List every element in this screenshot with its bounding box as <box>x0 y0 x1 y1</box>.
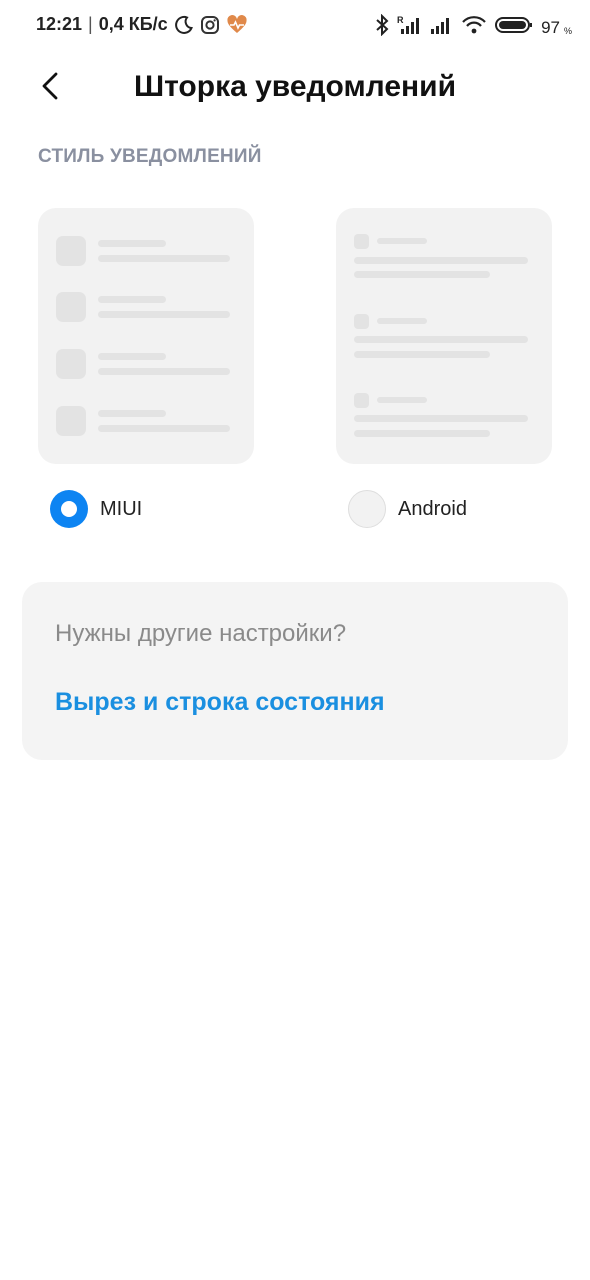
preview-icon-placeholder <box>354 314 369 329</box>
android-radio-button[interactable] <box>348 490 386 528</box>
option-label-android: Android <box>398 497 467 520</box>
network-speed: 0,4 КБ/с <box>98 14 168 34</box>
wifi-icon <box>461 15 487 40</box>
status-bar-right: R 97 % <box>375 13 572 41</box>
preview-text-placeholder <box>98 368 230 375</box>
battery-unit: % <box>563 25 572 36</box>
header: Шторка уведомлений <box>0 60 590 116</box>
status-bar: 12:21 | 0,4 КБ/с R 97 % <box>0 0 590 52</box>
preview-text-placeholder <box>98 311 230 318</box>
preview-icon-placeholder <box>56 236 86 266</box>
option-label-miui: MIUI <box>100 497 143 520</box>
moon-icon <box>174 15 194 35</box>
preview-text-placeholder <box>354 336 528 343</box>
android-style-preview[interactable] <box>336 208 552 464</box>
signal-icon <box>429 15 453 40</box>
preview-title-placeholder <box>98 353 166 360</box>
preview-title-placeholder <box>377 318 427 324</box>
svg-text:R: R <box>397 15 404 25</box>
preview-icon-placeholder <box>56 406 86 436</box>
miui-style-preview[interactable] <box>38 208 254 464</box>
preview-text-placeholder <box>354 351 490 358</box>
other-settings-question: Нужны другие настройки? <box>55 620 347 647</box>
status-time: 12:21 <box>36 14 83 34</box>
preview-title-placeholder <box>377 397 427 403</box>
miui-radio-button[interactable] <box>50 490 88 528</box>
preview-title-placeholder <box>98 296 166 303</box>
instagram-icon <box>200 15 220 35</box>
option-miui[interactable]: MIUI <box>50 490 142 528</box>
option-android[interactable]: Android <box>348 490 467 528</box>
bluetooth-icon <box>375 13 389 41</box>
page-title: Шторка уведомлений <box>133 70 457 103</box>
preview-text-placeholder <box>98 255 230 262</box>
other-settings-card: Нужны другие настройки? Вырез и строка с… <box>22 582 568 760</box>
signal-roaming-icon: R <box>397 15 421 40</box>
health-icon <box>226 14 247 35</box>
preview-icon-placeholder <box>354 393 369 408</box>
preview-icon-placeholder <box>56 349 86 379</box>
preview-icon-placeholder <box>354 234 369 249</box>
cutout-statusbar-link[interactable]: Вырез и строка состояния <box>55 688 385 717</box>
preview-title-placeholder <box>98 410 166 417</box>
status-separator: | <box>88 14 93 34</box>
battery-icon <box>495 15 533 40</box>
battery-level: 97 <box>541 17 560 37</box>
preview-text-placeholder <box>354 271 490 278</box>
preview-text-placeholder <box>354 415 528 422</box>
preview-text-placeholder <box>98 425 230 432</box>
preview-title-placeholder <box>98 240 166 247</box>
preview-text-placeholder <box>354 430 490 437</box>
preview-icon-placeholder <box>56 292 86 322</box>
preview-title-placeholder <box>377 238 427 244</box>
section-label: СТИЛЬ УВЕДОМЛЕНИЙ <box>38 146 262 167</box>
status-bar-left: 12:21 | 0,4 КБ/с <box>36 14 247 35</box>
preview-text-placeholder <box>354 257 528 264</box>
